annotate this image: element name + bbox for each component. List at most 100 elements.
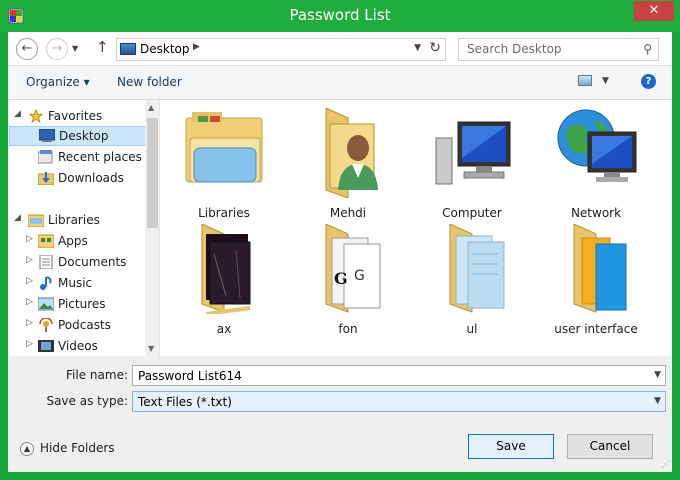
apps-icon <box>38 234 54 248</box>
expand-collapse-icon[interactable]: ◢ <box>14 213 21 223</box>
scroll-up-icon[interactable]: ▲ <box>148 103 154 112</box>
search-box[interactable]: Search Desktop ⚲ <box>458 38 659 61</box>
navigation-bar: ← → ▼ ↑ Desktop ▶ ▼ ↻ Search Desktop ⚲ <box>8 32 672 66</box>
sidebar-scrollbar[interactable]: ▲ ▼ <box>145 100 159 356</box>
address-bar[interactable]: Desktop ▶ ▼ ↻ <box>116 38 446 61</box>
tree-item-libraries[interactable]: ◢ Libraries <box>8 210 145 230</box>
scrollbar-thumb[interactable] <box>147 118 158 228</box>
recent-places-icon <box>38 150 53 164</box>
file-name-input[interactable]: Password List614 ▼ <box>132 365 666 386</box>
network-icon <box>557 109 637 182</box>
address-dropdown-icon[interactable]: ▼ <box>414 43 421 53</box>
resize-grip-icon[interactable]: ⋰ <box>661 460 670 470</box>
expand-icon[interactable]: ▷ <box>26 276 33 286</box>
item-label: Libraries <box>198 206 250 220</box>
expand-icon[interactable]: ▷ <box>26 318 33 328</box>
tree-item-favorites[interactable]: ◢ Favorites <box>8 106 145 126</box>
file-list-pane: Libraries Mehdi Computer Network ax G G … <box>160 100 672 356</box>
list-item-user-interface[interactable]: user interface <box>536 224 656 340</box>
tree-item-pictures[interactable]: ▷ Pictures <box>8 294 145 314</box>
tree-item-videos[interactable]: ▷ Videos <box>8 336 145 356</box>
tree-item-label: Pictures <box>58 297 106 311</box>
chevron-down-icon[interactable]: ▼ <box>654 396 661 406</box>
tree-item-label: Podcasts <box>58 318 111 332</box>
tree-item-music[interactable]: ▷ Music <box>8 273 145 293</box>
tree-item-label: Desktop <box>59 129 109 143</box>
change-view-icon[interactable] <box>578 75 592 86</box>
list-item-fon[interactable]: G G fon <box>288 224 408 340</box>
hide-folders-button[interactable]: ▲ Hide Folders <box>20 441 115 456</box>
list-item-ul[interactable]: ul <box>412 224 532 340</box>
file-name-label: File name: <box>66 368 128 382</box>
breadcrumb-chevron-icon[interactable]: ▶ <box>193 42 200 52</box>
collapse-up-icon: ▲ <box>20 441 34 456</box>
tree-item-recent-places[interactable]: Recent places <box>8 147 145 167</box>
expand-icon[interactable]: ▷ <box>26 255 33 265</box>
tree-item-documents[interactable]: ▷ Documents <box>8 252 145 272</box>
save-dialog-window: Password List ✕ ← → ▼ ↑ Desktop ▶ ▼ ↻ Se… <box>0 0 680 480</box>
save-button[interactable]: Save <box>468 434 554 459</box>
file-name-value: Password List614 <box>138 369 242 383</box>
dialog-footer: ▲ Hide Folders Save Cancel ⋰ <box>8 416 672 472</box>
up-arrow-icon[interactable]: ↑ <box>96 38 109 56</box>
file-fields-area: File name: Password List614 ▼ Save as ty… <box>8 356 672 416</box>
tree-item-label: Libraries <box>48 213 100 227</box>
podcasts-icon <box>39 318 53 332</box>
svg-text:G: G <box>334 269 348 288</box>
close-button[interactable]: ✕ <box>634 1 674 21</box>
tree-item-label: Downloads <box>58 171 124 185</box>
tree-item-downloads[interactable]: Downloads <box>8 168 145 188</box>
help-icon[interactable]: ? <box>641 74 656 89</box>
computer-icon <box>435 121 511 185</box>
desktop-icon <box>39 129 55 142</box>
scroll-down-icon[interactable]: ▼ <box>148 344 154 353</box>
list-item-mehdi[interactable]: Mehdi <box>288 108 408 224</box>
item-label: ul <box>466 322 478 336</box>
tree-item-label: Videos <box>58 339 98 353</box>
cancel-button[interactable]: Cancel <box>567 434 653 459</box>
pictures-icon <box>38 297 54 311</box>
tree-item-label: Music <box>58 276 93 290</box>
title-bar[interactable]: Password List ✕ <box>0 0 680 32</box>
item-label: fon <box>338 322 358 336</box>
tree-item-apps[interactable]: ▷ Apps <box>8 231 145 251</box>
refresh-icon[interactable]: ↻ <box>429 40 441 56</box>
tree-item-label: Documents <box>58 255 127 269</box>
hide-folders-label: Hide Folders <box>40 441 115 455</box>
videos-icon <box>38 340 54 352</box>
list-item-computer[interactable]: Computer <box>412 108 532 224</box>
dialog-client-area: ← → ▼ ↑ Desktop ▶ ▼ ↻ Search Desktop ⚲ O… <box>8 32 672 472</box>
tree-item-desktop[interactable]: Desktop <box>9 126 146 146</box>
item-label: Computer <box>442 206 502 220</box>
forward-button[interactable]: → <box>46 38 68 60</box>
user-folder-icon <box>325 108 378 198</box>
chevron-down-icon[interactable]: ▼ <box>654 370 661 380</box>
save-as-type-label: Save as type: <box>46 394 128 408</box>
libraries-folder-icon <box>185 112 263 183</box>
tree-item-label: Favorites <box>48 109 103 123</box>
search-icon[interactable]: ⚲ <box>643 42 652 56</box>
expand-icon[interactable]: ▷ <box>26 339 33 349</box>
list-item-ax[interactable]: ax <box>164 224 284 340</box>
view-dropdown-icon[interactable]: ▼ <box>602 76 609 86</box>
libraries-icon <box>28 214 44 227</box>
svg-text:G: G <box>354 268 365 284</box>
expand-icon[interactable]: ▷ <box>26 297 33 307</box>
list-item-network[interactable]: Network <box>536 108 656 224</box>
new-folder-button[interactable]: New folder <box>117 75 182 89</box>
save-as-type-select[interactable]: Text Files (*.txt) ▼ <box>132 391 666 412</box>
desktop-icon <box>120 43 136 55</box>
folder-icon <box>201 224 251 314</box>
tree-item-podcasts[interactable]: ▷ Podcasts <box>8 315 145 335</box>
search-placeholder: Search Desktop <box>467 42 562 56</box>
expand-icon[interactable]: ▷ <box>26 234 33 244</box>
folder-icon <box>449 224 505 313</box>
organize-button[interactable]: Organize ▾ <box>26 75 90 89</box>
list-item-libraries[interactable]: Libraries <box>164 108 284 224</box>
tree-item-label: Apps <box>58 234 88 248</box>
tree-item-label: Recent places <box>58 150 142 164</box>
expand-collapse-icon[interactable]: ◢ <box>14 109 21 119</box>
back-button[interactable]: ← <box>16 38 38 60</box>
window-title: Password List <box>289 6 391 24</box>
recent-locations-dropdown-icon[interactable]: ▼ <box>72 44 78 53</box>
